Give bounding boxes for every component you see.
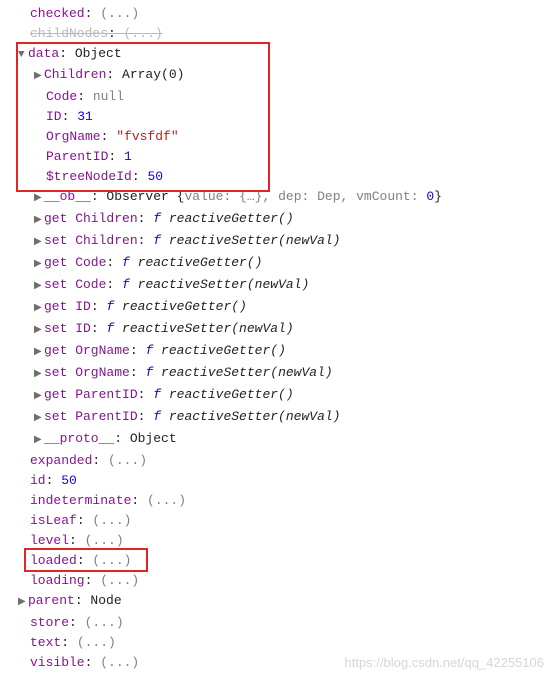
prop-parent[interactable]: ▶parent: Node	[4, 591, 546, 613]
prop-accessor[interactable]: ▶set Children: f reactiveSetter(newVal)	[4, 231, 546, 253]
triangle-right-icon[interactable]: ▶	[34, 67, 44, 87]
key-checked: checked	[30, 6, 85, 21]
prop-proto[interactable]: ▶__proto__: Object	[4, 429, 546, 451]
prop-checked[interactable]: checked: (...)	[4, 4, 546, 24]
triangle-right-icon[interactable]: ▶	[34, 255, 44, 275]
prop-code[interactable]: Code: null	[4, 87, 546, 107]
prop-data[interactable]: ▼data: Object	[4, 44, 546, 65]
prop-id-outer[interactable]: id: 50	[4, 471, 546, 491]
prop-loading[interactable]: loading: (...)	[4, 571, 546, 591]
triangle-right-icon[interactable]: ▶	[34, 299, 44, 319]
prop-accessor[interactable]: ▶set OrgName: f reactiveSetter(newVal)	[4, 363, 546, 385]
triangle-right-icon[interactable]: ▶	[34, 343, 44, 363]
prop-level[interactable]: level: (...)	[4, 531, 546, 551]
triangle-right-icon[interactable]: ▶	[34, 365, 44, 385]
prop-text[interactable]: text: (...)	[4, 633, 546, 653]
prop-isleaf[interactable]: isLeaf: (...)	[4, 511, 546, 531]
prop-loaded[interactable]: loaded: (...)	[4, 551, 546, 571]
prop-id-inner[interactable]: ID: 31	[4, 107, 546, 127]
key-data: data	[28, 46, 59, 61]
prop-treenodeid[interactable]: $treeNodeId: 50	[4, 167, 546, 187]
triangle-right-icon[interactable]: ▶	[34, 277, 44, 297]
prop-accessor[interactable]: ▶get ID: f reactiveGetter()	[4, 297, 546, 319]
triangle-right-icon[interactable]: ▶	[34, 387, 44, 407]
triangle-right-icon[interactable]: ▶	[34, 321, 44, 341]
triangle-right-icon[interactable]: ▶	[34, 189, 44, 209]
prop-parentid-inner[interactable]: ParentID: 1	[4, 147, 546, 167]
prop-accessor[interactable]: ▶set ID: f reactiveSetter(newVal)	[4, 319, 546, 341]
prop-orgname[interactable]: OrgName: "fvsfdf"	[4, 127, 546, 147]
prop-accessor[interactable]: ▶set Code: f reactiveSetter(newVal)	[4, 275, 546, 297]
prop-store[interactable]: store: (...)	[4, 613, 546, 633]
triangle-right-icon[interactable]: ▶	[34, 409, 44, 429]
prop-accessor[interactable]: ▶get Code: f reactiveGetter()	[4, 253, 546, 275]
prop-ob[interactable]: ▶__ob__: Observer {value: {…}, dep: Dep,…	[4, 187, 546, 209]
prop-accessor[interactable]: ▶set ParentID: f reactiveSetter(newVal)	[4, 407, 546, 429]
prop-accessor[interactable]: ▶get ParentID: f reactiveGetter()	[4, 385, 546, 407]
prop-visible[interactable]: visible: (...)	[4, 653, 546, 673]
triangle-right-icon[interactable]: ▶	[34, 233, 44, 253]
prop-children[interactable]: ▶Children: Array(0)	[4, 65, 546, 87]
prop-accessor[interactable]: ▶get OrgName: f reactiveGetter()	[4, 341, 546, 363]
triangle-down-icon[interactable]: ▼	[18, 45, 28, 65]
prop-expanded[interactable]: expanded: (...)	[4, 451, 546, 471]
prop-indeterminate[interactable]: indeterminate: (...)	[4, 491, 546, 511]
triangle-right-icon[interactable]: ▶	[18, 593, 28, 613]
key-childnodes: childNodes	[30, 26, 108, 41]
prop-accessor[interactable]: ▶get Children: f reactiveGetter()	[4, 209, 546, 231]
prop-childnodes[interactable]: childNodes: (...)	[4, 24, 546, 44]
triangle-right-icon[interactable]: ▶	[34, 431, 44, 451]
triangle-right-icon[interactable]: ▶	[34, 211, 44, 231]
